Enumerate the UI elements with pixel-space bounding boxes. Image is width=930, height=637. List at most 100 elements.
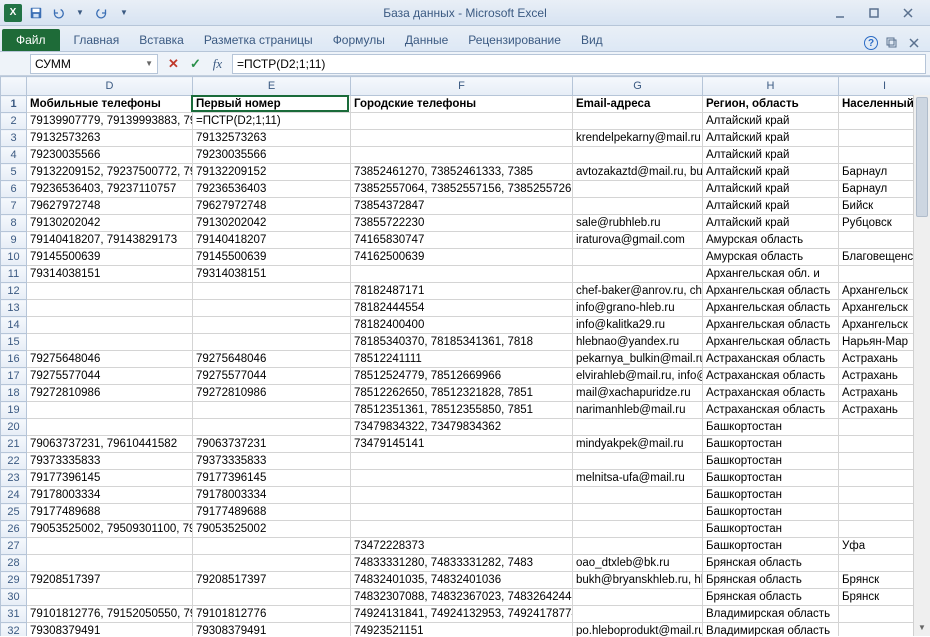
cell[interactable] [573, 521, 703, 538]
cell[interactable] [573, 198, 703, 215]
cell[interactable] [351, 470, 573, 487]
row-header[interactable]: 29 [1, 572, 27, 589]
cell[interactable] [351, 504, 573, 521]
cell[interactable] [27, 300, 193, 317]
cell[interactable]: 79627972748 [27, 198, 193, 215]
cell[interactable]: 73852557064, 73852557156, 73852557262 [351, 181, 573, 198]
cell[interactable]: Алтайский край [703, 147, 839, 164]
worksheet-grid[interactable]: D E F G H I 1 Мобильные телефоны Первый … [0, 76, 930, 636]
vertical-scrollbar[interactable]: ▲ ▼ [913, 95, 930, 636]
cell[interactable]: 79308379491 [193, 623, 351, 637]
cell[interactable]: 78512262650, 78512321828, 7851 [351, 385, 573, 402]
cell[interactable] [573, 181, 703, 198]
cell[interactable] [573, 589, 703, 606]
row-header[interactable]: 20 [1, 419, 27, 436]
cell[interactable]: Алтайский край [703, 181, 839, 198]
row-header[interactable]: 31 [1, 606, 27, 623]
cell[interactable] [351, 487, 573, 504]
file-tab[interactable]: Файл [2, 29, 60, 51]
cell[interactable]: 79272810986 [193, 385, 351, 402]
col-header-H[interactable]: H [703, 77, 839, 96]
cell[interactable] [27, 538, 193, 555]
cell[interactable]: Амурская область [703, 232, 839, 249]
cell[interactable]: 79275577044 [27, 368, 193, 385]
cell[interactable] [193, 402, 351, 419]
row-header[interactable]: 4 [1, 147, 27, 164]
minimize-button[interactable] [828, 4, 852, 22]
col-header-I[interactable]: I [839, 77, 930, 96]
cell[interactable] [27, 555, 193, 572]
row-header[interactable]: 2 [1, 113, 27, 130]
cell[interactable]: narimanhleb@mail.ru [573, 402, 703, 419]
row-header[interactable]: 25 [1, 504, 27, 521]
cell[interactable]: 79177396145 [193, 470, 351, 487]
cell[interactable]: 79314038151 [193, 266, 351, 283]
cell[interactable] [193, 589, 351, 606]
undo-icon[interactable] [48, 3, 68, 23]
cell[interactable] [573, 504, 703, 521]
cell[interactable] [27, 589, 193, 606]
cell[interactable]: 74832401035, 74832401036 [351, 572, 573, 589]
cell[interactable]: bukh@bryanskhleb.ru, hleblab [573, 572, 703, 589]
cell[interactable] [351, 453, 573, 470]
row-header[interactable]: 1 [1, 96, 27, 113]
cell[interactable] [351, 266, 573, 283]
cell[interactable]: Первый номер [193, 96, 351, 113]
cell[interactable]: 79139907779, 79139993883, 7923 [27, 113, 193, 130]
cell[interactable]: 73854372847 [351, 198, 573, 215]
name-box-dropdown-icon[interactable]: ▼ [145, 59, 153, 68]
cell[interactable]: 74833331280, 74833331282, 7483 [351, 555, 573, 572]
cell[interactable]: 78512241111 [351, 351, 573, 368]
col-header-E[interactable]: E [193, 77, 351, 96]
cell[interactable] [193, 283, 351, 300]
cell[interactable]: 79627972748 [193, 198, 351, 215]
window-restore-icon[interactable] [884, 35, 900, 51]
cell[interactable]: 79272810986 [27, 385, 193, 402]
cell[interactable] [351, 147, 573, 164]
cell[interactable]: Астраханская область [703, 385, 839, 402]
cell[interactable]: oao_dtxleb@bk.ru [573, 555, 703, 572]
cell[interactable] [573, 419, 703, 436]
cell[interactable]: 78185340370, 78185341361, 7818 [351, 334, 573, 351]
cell[interactable]: Алтайский край [703, 130, 839, 147]
tab-review[interactable]: Рецензирование [458, 29, 571, 51]
row-header[interactable]: 27 [1, 538, 27, 555]
cell[interactable]: Городские телефоны [351, 96, 573, 113]
col-header-G[interactable]: G [573, 77, 703, 96]
qat-dropdown-icon[interactable]: ▼ [70, 3, 90, 23]
cell[interactable]: 74924131841, 74924132953, 74924178774, 7… [351, 606, 573, 623]
cell[interactable] [573, 147, 703, 164]
cell[interactable] [193, 538, 351, 555]
cell[interactable]: 79178003334 [27, 487, 193, 504]
cell[interactable]: Алтайский край [703, 164, 839, 181]
cell[interactable]: 73472228373 [351, 538, 573, 555]
cell[interactable]: hlebnao@yandex.ru [573, 334, 703, 351]
cell[interactable] [193, 555, 351, 572]
cell[interactable]: 79178003334 [193, 487, 351, 504]
cell[interactable]: Брянская область [703, 572, 839, 589]
cell[interactable]: 73855722230 [351, 215, 573, 232]
cell[interactable]: 73479834322, 73479834362 [351, 419, 573, 436]
cell[interactable]: Амурская область [703, 249, 839, 266]
row-header[interactable]: 11 [1, 266, 27, 283]
cell[interactable]: 79177489688 [193, 504, 351, 521]
cell[interactable]: Брянская область [703, 589, 839, 606]
row-header[interactable]: 5 [1, 164, 27, 181]
cell[interactable]: 79130202042 [27, 215, 193, 232]
cell[interactable]: 74162500639 [351, 249, 573, 266]
cell[interactable]: 79236536403 [193, 181, 351, 198]
cell[interactable]: 79132573263 [193, 130, 351, 147]
cell[interactable]: 74923521151 [351, 623, 573, 637]
accept-formula-button[interactable]: ✓ [184, 54, 206, 74]
cell[interactable]: Мобильные телефоны [27, 96, 193, 113]
cell[interactable]: Башкортостан [703, 436, 839, 453]
tab-data[interactable]: Данные [395, 29, 458, 51]
row-header[interactable]: 7 [1, 198, 27, 215]
cell[interactable]: info@grano-hleb.ru [573, 300, 703, 317]
row-header[interactable]: 28 [1, 555, 27, 572]
cell[interactable]: Владимирская область [703, 623, 839, 637]
cell[interactable]: =ПСТР(D2;1;11) [193, 113, 351, 130]
cell[interactable]: 73479145141 [351, 436, 573, 453]
cell[interactable]: Башкортостан [703, 470, 839, 487]
cancel-formula-button[interactable]: ✕ [162, 54, 184, 74]
